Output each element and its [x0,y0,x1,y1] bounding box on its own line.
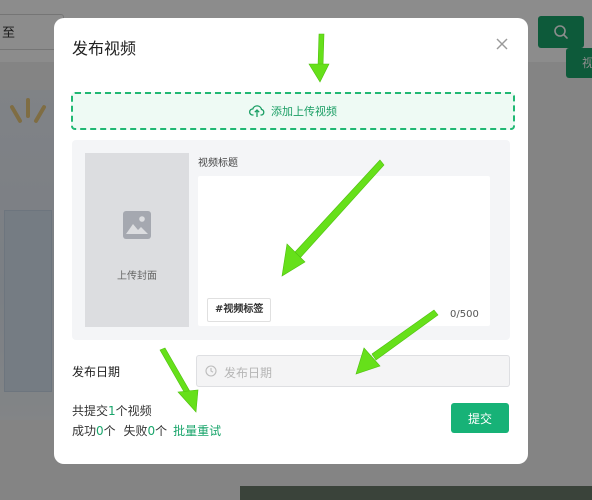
summary-success-count: 0 [96,424,104,438]
upload-cover-label: 上传封面 [117,271,157,282]
batch-retry-link[interactable]: 批量重试 [173,424,221,438]
summary-fail-prefix: 失败 [123,424,148,438]
summary-success-prefix: 成功 [72,424,97,438]
upload-cloud-icon [249,105,265,117]
upload-video-label: 添加上传视频 [271,105,337,118]
summary-total-prefix: 共提交 [72,404,109,418]
image-icon [123,211,151,239]
video-title-label: 视频标题 [198,158,238,169]
submit-summary-result: 成功0个 失败0个 批量重试 [72,422,221,439]
dialog-title: 发布视频 [72,39,137,58]
char-counter: 0/500 [450,309,479,320]
summary-total-count: 1 [108,404,116,418]
publish-date-label: 发布日期 [72,365,121,379]
summary-total-suffix: 个视频 [115,404,152,418]
publish-date-picker[interactable]: 发布日期 [196,355,510,387]
publish-video-dialog: 发布视频 添加上传视频 上传封面 视频标题 #视频标签 0/500 发布日期 发… [54,18,528,464]
upload-video-dropzone[interactable]: 添加上传视频 [71,92,515,130]
upload-cover-button[interactable]: 上传封面 [85,153,189,327]
video-edit-panel: 上传封面 视频标题 #视频标签 0/500 [72,140,510,340]
page: 至 视 发布视频 添加上传视频 上传封面 视频标题 #视频标签 0/500 发布… [0,0,592,500]
submit-button[interactable]: 提交 [451,403,509,433]
close-icon [496,38,508,50]
summary-fail-count: 0 [147,424,156,438]
close-button[interactable] [494,36,510,52]
summary-success-suffix: 个 [103,424,116,438]
clock-icon [205,365,217,377]
publish-date-placeholder: 发布日期 [224,366,273,380]
summary-fail-suffix: 个 [155,424,168,438]
submit-summary-total: 共提交1个视频 [72,402,152,419]
video-tag-button[interactable]: #视频标签 [207,298,272,322]
